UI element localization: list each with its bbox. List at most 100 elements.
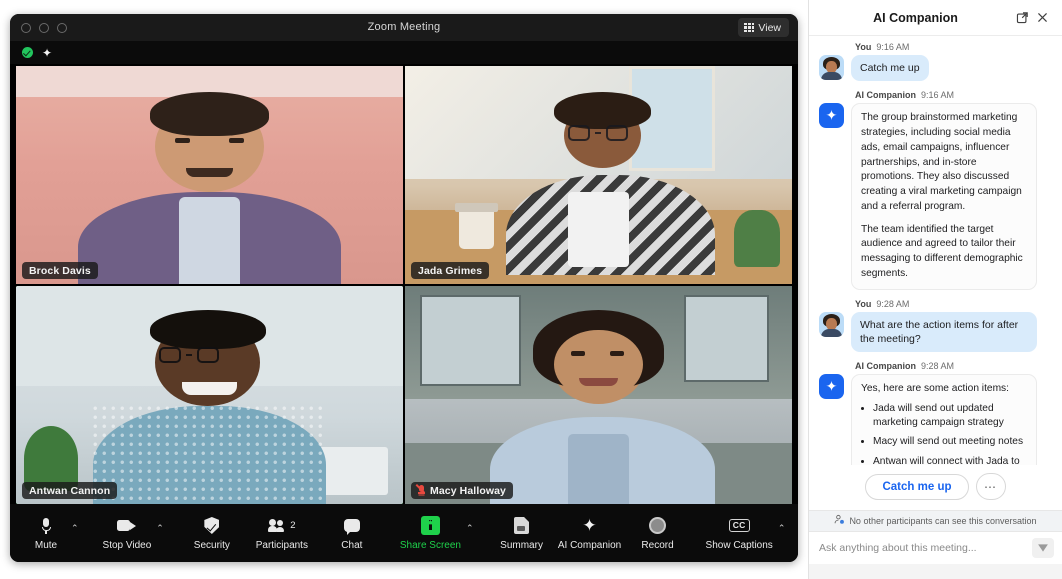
action-item: Macy will send out meeting notes	[873, 435, 1027, 449]
message-author: You	[855, 42, 872, 52]
video-feed	[405, 66, 792, 284]
video-tile-brock-davis[interactable]: Brock Davis	[16, 66, 403, 284]
message-bubble: Catch me up	[851, 55, 929, 82]
muted-mic-icon	[415, 484, 425, 496]
video-feed	[405, 286, 792, 504]
ai-companion-avatar-icon: ✦	[819, 103, 844, 129]
meeting-toolbar: Mute ⌃ Stop Video ⌃ Security 2 Participa…	[10, 504, 798, 562]
window-titlebar: Zoom Meeting View	[10, 14, 798, 41]
participants-icon: 2	[268, 515, 295, 537]
message-meta: You 9:28 AM	[855, 299, 1052, 309]
message-author: You	[855, 298, 872, 309]
show-captions-button-label: Show Captions	[705, 539, 773, 551]
video-tile-macy-halloway[interactable]: Macy Halloway	[405, 286, 792, 504]
video-control-group[interactable]: Stop Video ⌃	[101, 515, 164, 552]
message-time: 9:28 AM	[921, 361, 955, 372]
closed-caption-icon: CC	[728, 515, 750, 537]
chevron-up-icon-share[interactable]: ⌃	[466, 524, 474, 533]
chevron-up-icon-video[interactable]: ⌃	[156, 524, 164, 533]
message-paragraph: The group brainstormed marketing strateg…	[861, 112, 1022, 212]
chat-message-user-1: You 9:16 AM Catch me up	[819, 42, 1052, 82]
ai-panel-header: AI Companion	[809, 0, 1062, 36]
ai-companion-button[interactable]: ✦ AI Companion	[558, 515, 621, 552]
participant-nameplate: Brock Davis	[22, 262, 98, 279]
chevron-up-icon-captions[interactable]: ⌃	[778, 524, 786, 533]
sparkle-icon: ✦	[582, 516, 597, 535]
meeting-window-body: Zoom Meeting View ✦ Brock Davis Jada Gri…	[10, 14, 798, 562]
view-button[interactable]: View	[738, 18, 789, 37]
panel-footer-spacer	[809, 564, 1062, 579]
summary-button-label: Summary	[500, 539, 543, 551]
video-grid: Brock Davis Jada Grimes Antwan Cannon Ma…	[10, 64, 798, 504]
security-button-label: Security	[193, 539, 230, 551]
message-time: 9:16 AM	[921, 90, 955, 101]
mute-control-group[interactable]: Mute ⌃	[24, 515, 79, 552]
chat-message-user-2: You 9:28 AM What are the action items for…	[819, 299, 1052, 353]
message-bubble: What are the action items for after the …	[851, 311, 1037, 353]
green-shield-check-icon[interactable]	[22, 47, 33, 58]
participants-count: 2	[290, 519, 296, 531]
message-bubble: Yes, here are some action items: Jada wi…	[851, 374, 1037, 465]
mute-button[interactable]: Mute	[24, 515, 68, 552]
ai-companion-avatar-icon: ✦	[819, 374, 844, 400]
captions-group[interactable]: CC Show Captions ⌃	[704, 515, 786, 552]
ai-conversation-list[interactable]: You 9:16 AM Catch me up AI Companion 9:16 …	[809, 36, 1062, 465]
privacy-notice: No other participants can see this conve…	[809, 510, 1062, 532]
sparkle-icon[interactable]: ✦	[42, 47, 52, 59]
chat-icon	[343, 515, 360, 537]
summary-document-icon	[514, 515, 530, 537]
ask-input[interactable]	[819, 542, 1032, 554]
close-icon[interactable]	[1032, 8, 1052, 28]
message-meta: AI Companion 9:16 AM	[855, 90, 1052, 100]
action-item: Jada will send out updated marketing cam…	[873, 402, 1027, 431]
message-meta: AI Companion 9:28 AM	[855, 361, 1052, 371]
message-bubble: The group brainstormed marketing strateg…	[851, 103, 1037, 290]
summary-button[interactable]: Summary	[500, 515, 544, 552]
action-items-lead: Yes, here are some action items:	[861, 383, 1009, 395]
participant-nameplate: Antwan Cannon	[22, 482, 118, 499]
record-button-label: Record	[641, 539, 674, 551]
participant-name: Macy Halloway	[430, 484, 506, 497]
action-items-list: Jada will send out updated marketing cam…	[873, 402, 1027, 465]
video-tile-jada-grimes[interactable]: Jada Grimes	[405, 66, 792, 284]
shield-icon	[204, 515, 220, 537]
view-button-label: View	[758, 21, 781, 34]
show-captions-button[interactable]: CC Show Captions	[704, 515, 775, 552]
chat-button[interactable]: Chat	[330, 515, 374, 552]
record-button[interactable]: Record	[636, 515, 680, 552]
ask-input-bar[interactable]	[809, 532, 1062, 564]
send-icon[interactable]	[1032, 538, 1054, 558]
share-screen-group[interactable]: Share Screen ⌃	[398, 515, 474, 552]
participant-name: Antwan Cannon	[29, 484, 111, 497]
chat-button-label: Chat	[341, 539, 363, 551]
open-in-new-icon[interactable]	[1012, 8, 1032, 28]
chevron-up-icon-audio[interactable]: ⌃	[71, 524, 79, 533]
message-author: AI Companion	[855, 90, 916, 101]
action-item: Antwan will connect with Jada to incorpo…	[873, 455, 1027, 465]
stop-video-button[interactable]: Stop Video	[101, 515, 154, 552]
zoom-meeting-window: Zoom Meeting View ✦ Brock Davis Jada Gri…	[0, 0, 808, 579]
camera-icon	[117, 515, 137, 537]
participant-name: Jada Grimes	[418, 264, 483, 277]
catch-me-up-button[interactable]: Catch me up	[865, 473, 969, 500]
avatar	[819, 311, 844, 337]
participants-button[interactable]: 2 Participants	[256, 515, 308, 552]
avatar	[819, 55, 844, 80]
participant-name: Brock Davis	[29, 264, 91, 277]
message-time: 9:28 AM	[876, 298, 910, 309]
share-screen-icon	[420, 515, 440, 537]
participant-nameplate: Macy Halloway	[411, 482, 513, 499]
video-feed	[16, 286, 403, 504]
cc-label: CC	[728, 518, 750, 533]
chat-message-assistant-2: AI Companion 9:28 AM ✦ Yes, here are some…	[819, 361, 1052, 465]
share-screen-button[interactable]: Share Screen	[398, 515, 463, 552]
video-tile-antwan-cannon[interactable]: Antwan Cannon	[16, 286, 403, 504]
mute-button-label: Mute	[34, 539, 58, 551]
chat-message-assistant-1: AI Companion 9:16 AM ✦ The group brainsto…	[819, 90, 1052, 290]
person-lock-icon	[834, 514, 845, 528]
ai-companion-button-label: AI Companion	[557, 539, 622, 551]
security-button[interactable]: Security	[190, 515, 234, 552]
message-meta: You 9:16 AM	[855, 42, 1052, 52]
more-prompts-button[interactable]: ⋯	[975, 473, 1006, 500]
share-screen-button-label: Share Screen	[399, 539, 461, 551]
